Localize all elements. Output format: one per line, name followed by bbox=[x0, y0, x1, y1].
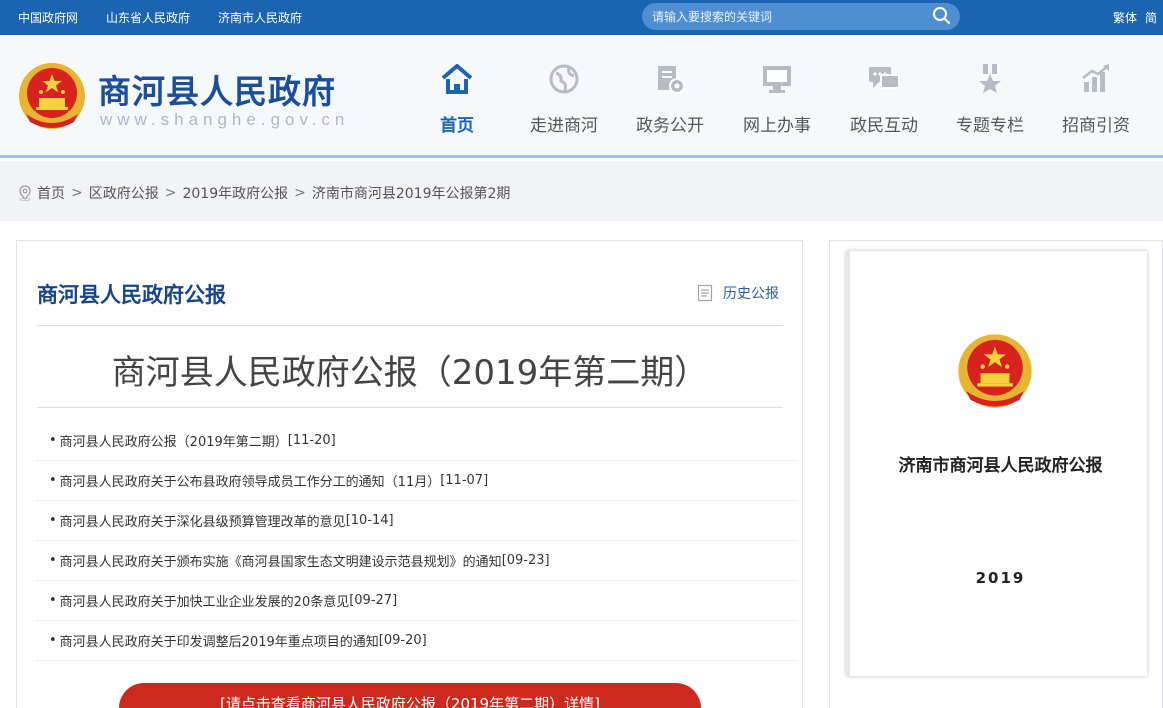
document-list: • 商河县人民政府公报（2019年第二期） [11-20] • 商河县人民政府关于公布… bbox=[37, 421, 797, 661]
cover-title: 济南市商河县人民政府公报 bbox=[898, 456, 1103, 476]
breadcrumb-separator: > bbox=[164, 185, 177, 201]
nav-investment[interactable]: 招商引资 bbox=[1041, 35, 1151, 158]
breadcrumb-current[interactable]: 济南市商河县2019年公报第2期 bbox=[312, 183, 511, 203]
cover-year: 2019 bbox=[975, 569, 1026, 587]
list-item[interactable]: • 商河县人民政府关于颁布实施《商河县国家生态文明建设示范县规划》的通知 [09-2… bbox=[37, 541, 797, 581]
language-switch: 繁体 简 bbox=[1113, 0, 1163, 35]
cover-panel: 济南市商河县人民政府公报 2019 bbox=[829, 240, 1163, 708]
nav-public-interaction[interactable]: 政民互动 bbox=[829, 35, 939, 158]
nav-gov-affairs[interactable]: 政务公开 bbox=[615, 35, 725, 158]
medal-icon bbox=[979, 64, 1001, 93]
site-url: www.shanghe.gov.cn bbox=[100, 110, 350, 129]
nav-home[interactable]: 首页 bbox=[402, 35, 512, 158]
breadcrumb-home[interactable]: 首页 bbox=[37, 183, 65, 203]
nav-label: 专题专栏 bbox=[956, 116, 1024, 136]
search-box bbox=[642, 3, 960, 30]
home-icon bbox=[441, 64, 473, 94]
link-jinan-gov[interactable]: 济南市人民政府 bbox=[218, 9, 302, 26]
nav-online-services[interactable]: 网上办事 bbox=[722, 35, 832, 158]
nav-label: 首页 bbox=[440, 116, 474, 136]
site-header: 商河县人民政府 www.shanghe.gov.cn 首页 走进商河 政务公开 … bbox=[0, 35, 1163, 158]
search-input[interactable] bbox=[652, 7, 912, 26]
lang-traditional[interactable]: 繁体 bbox=[1113, 9, 1137, 26]
document-settings-icon bbox=[658, 66, 685, 94]
list-item[interactable]: • 商河县人民政府关于公布县政府领导成员工作分工的通知（11月） [11-07] bbox=[37, 461, 797, 501]
nav-label: 政务公开 bbox=[636, 116, 704, 136]
bulletin-cover[interactable]: 济南市商河县人民政府公报 2019 bbox=[846, 251, 1147, 676]
chat-icon bbox=[869, 67, 900, 89]
bulletin-panel: 商河县人民政府公报 历史公报 商河县人民政府公报（2019年第二期） • 商河县人… bbox=[16, 240, 803, 708]
breadcrumb-district-bulletin[interactable]: 区政府公报 bbox=[89, 183, 159, 203]
lang-simplified[interactable]: 简 bbox=[1145, 9, 1157, 26]
breadcrumb-separator: > bbox=[71, 185, 83, 201]
breadcrumb: 首页 > 区政府公报 > 2019年政府公报 > 济南市商河县2019年公报第2… bbox=[17, 183, 510, 203]
view-detail-button[interactable]: [请点击查看商河县人民政府公报（2019年第二期）详情] bbox=[119, 683, 701, 708]
list-item[interactable]: • 商河县人民政府关于深化县级预算管理改革的意见 [10-14] bbox=[37, 501, 797, 541]
nav-label: 走进商河 bbox=[530, 116, 598, 136]
nav-special-topics[interactable]: 专题专栏 bbox=[935, 35, 1045, 158]
breadcrumb-separator: > bbox=[294, 185, 306, 201]
issue-title: 商河县人民政府公报（2019年第二期） bbox=[111, 353, 709, 393]
nav-label: 网上办事 bbox=[743, 116, 811, 136]
list-item[interactable]: • 商河县人民政府公报（2019年第二期） [11-20] bbox=[37, 421, 797, 461]
breadcrumb-2019-bulletin[interactable]: 2019年政府公报 bbox=[182, 183, 288, 203]
nav-about-shanghe[interactable]: 走进商河 bbox=[509, 35, 619, 158]
nav-label: 招商引资 bbox=[1062, 116, 1130, 136]
history-label: 历史公报 bbox=[723, 286, 779, 302]
list-item[interactable]: • 商河县人民政府关于加快工业企业发展的20条意见 [09-27] bbox=[37, 581, 797, 621]
national-emblem-icon bbox=[958, 334, 1032, 408]
breadcrumb-bar: 首页 > 区政府公报 > 2019年政府公报 > 济南市商河县2019年公报第2… bbox=[0, 161, 1163, 221]
nav-label: 政民互动 bbox=[850, 116, 918, 136]
divider bbox=[37, 407, 783, 408]
monitor-icon bbox=[763, 66, 791, 93]
document-icon bbox=[697, 284, 713, 302]
globe-icon bbox=[549, 64, 579, 94]
top-bar: 中国政府网 山东省人民政府 济南市人民政府 繁体 简 bbox=[0, 0, 1163, 35]
site-title[interactable]: 商河县人民政府 bbox=[98, 65, 336, 113]
panel-title: 商河县人民政府公报 bbox=[37, 283, 226, 307]
search-icon[interactable] bbox=[932, 6, 952, 26]
link-central-gov[interactable]: 中国政府网 bbox=[18, 9, 78, 26]
national-emblem-icon bbox=[19, 63, 85, 129]
growth-chart-icon bbox=[1082, 64, 1109, 92]
list-item[interactable]: • 商河县人民政府关于印发调整后2019年重点项目的通知 [09-20] bbox=[37, 621, 797, 661]
link-shandong-gov[interactable]: 山东省人民政府 bbox=[106, 9, 190, 26]
top-links: 中国政府网 山东省人民政府 济南市人民政府 bbox=[18, 0, 330, 35]
location-pin-icon bbox=[19, 185, 31, 201]
history-bulletin-link[interactable]: 历史公报 bbox=[697, 283, 779, 303]
divider bbox=[37, 325, 783, 326]
